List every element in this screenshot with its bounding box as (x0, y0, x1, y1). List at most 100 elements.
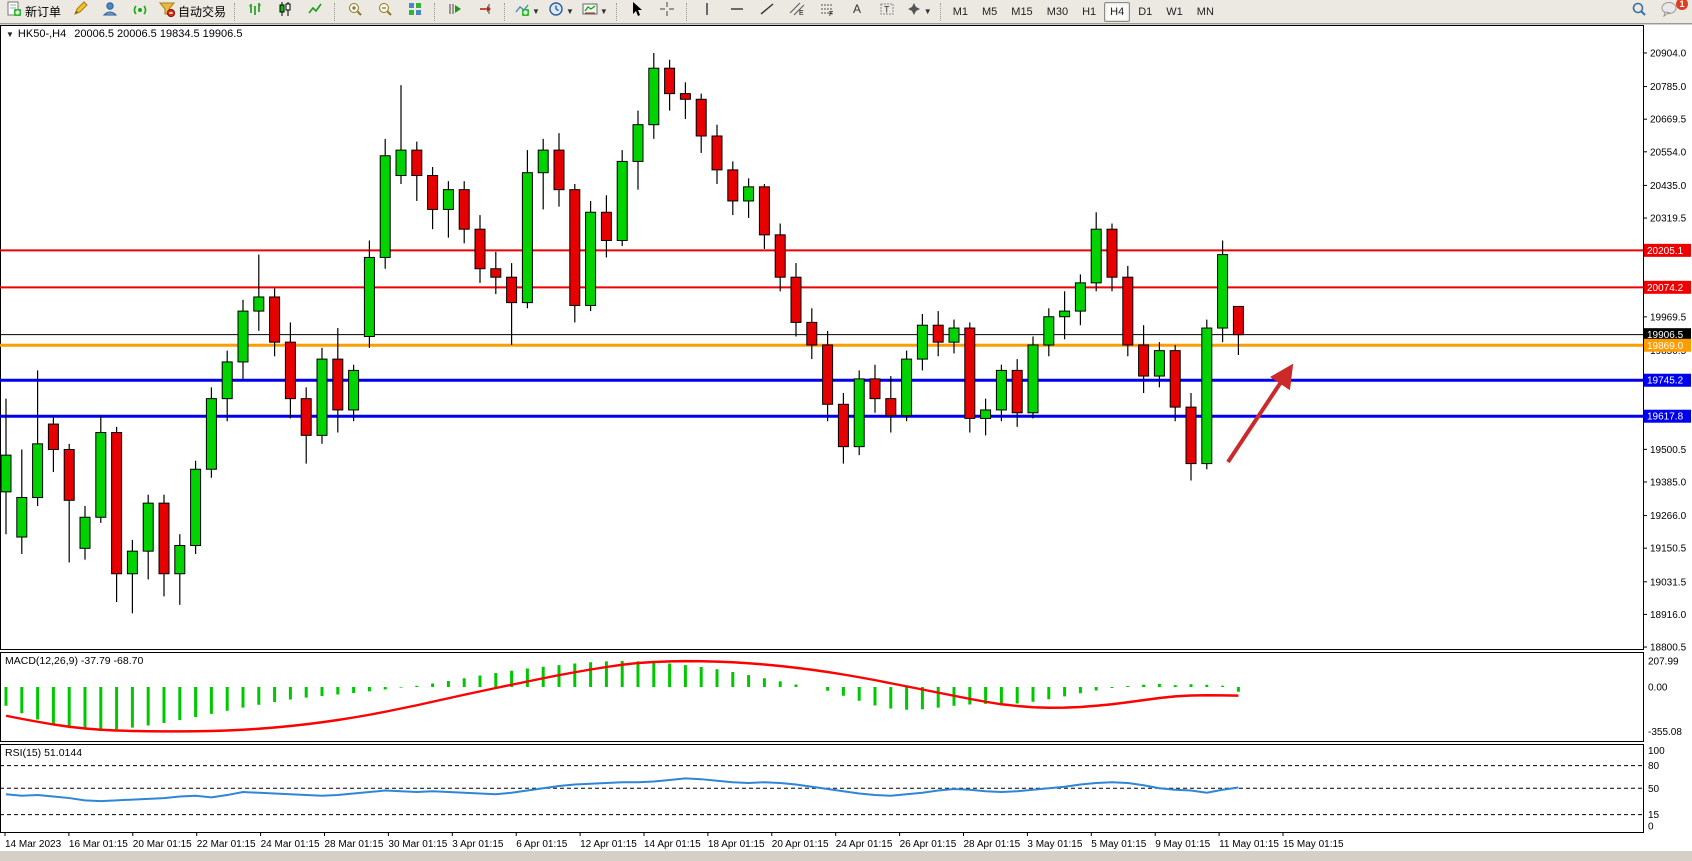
candle-body (491, 269, 501, 277)
person-icon (102, 1, 118, 22)
zoom-out-button[interactable] (371, 1, 399, 23)
time-tick-label: 12 Apr 01:15 (580, 839, 637, 850)
svg-text:20074.2: 20074.2 (1647, 283, 1684, 294)
candle-body (1123, 277, 1133, 345)
template-icon (582, 1, 598, 22)
candle-body (696, 99, 706, 136)
time-tick-label: 9 May 01:15 (1155, 839, 1210, 850)
trendline-button[interactable] (753, 1, 781, 23)
tile-windows-button[interactable] (401, 1, 429, 23)
price-tick-label: 18800.5 (1650, 643, 1687, 654)
candle-body (554, 150, 564, 190)
candle-body (333, 359, 343, 410)
chart-shift-icon (477, 1, 493, 22)
price-tick-label: 20435.0 (1650, 181, 1687, 192)
chart-canvas[interactable]: 20904.020785.020669.520554.020435.020319… (0, 25, 1692, 856)
time-tick-label: 20 Mar 01:15 (133, 839, 192, 850)
line-chart-button[interactable] (301, 1, 329, 23)
timeframe-d1[interactable]: D1 (1132, 2, 1158, 22)
candle-body (175, 546, 185, 574)
price-tick-label: 18916.0 (1650, 610, 1687, 621)
timeframe-h1[interactable]: H1 (1076, 2, 1102, 22)
zoom-in-button[interactable] (341, 1, 369, 23)
timeframe-h4[interactable]: H4 (1104, 2, 1130, 22)
autotrading-button[interactable]: 自动交易 (156, 1, 229, 23)
candlestick-chart-button[interactable] (271, 1, 299, 23)
candle-body (1218, 255, 1228, 328)
one-click-collapse-icon[interactable]: ▼ (6, 30, 14, 39)
periods-button[interactable]: ▼ (545, 1, 577, 23)
candle-body (1028, 345, 1038, 413)
signals-button[interactable] (126, 1, 154, 23)
vertical-line-button[interactable] (693, 1, 721, 23)
zoom-out-icon (377, 1, 393, 22)
macd-axis-label: 0.00 (1648, 683, 1668, 694)
channel-button[interactable]: E (783, 1, 811, 23)
search-button[interactable] (1625, 1, 1653, 23)
chart-shift-button[interactable] (471, 1, 499, 23)
candle-body (617, 161, 627, 240)
time-tick-label: 28 Apr 01:15 (964, 839, 1021, 850)
candle-body (64, 449, 74, 500)
horizontal-line-button[interactable] (723, 1, 751, 23)
macd-panel-border (1, 653, 1644, 742)
timeframe-mn[interactable]: MN (1191, 2, 1220, 22)
candle-body (285, 342, 295, 398)
candle-body (1233, 306, 1243, 334)
signal-icon (132, 1, 148, 22)
macd-histogram (6, 661, 1238, 730)
text-button[interactable]: A (843, 1, 871, 23)
indicators-icon (514, 1, 530, 22)
new-order-button[interactable]: 新订单 (3, 1, 64, 23)
text-label-button[interactable]: T (873, 1, 901, 23)
candle-body (538, 150, 548, 173)
auto-scroll-button[interactable] (441, 1, 469, 23)
timeframe-m5[interactable]: M5 (976, 2, 1003, 22)
crosshair-button[interactable] (653, 1, 681, 23)
candle-body (349, 370, 359, 410)
timeframe-w1[interactable]: W1 (1160, 2, 1189, 22)
chat-button[interactable]: 1 (1655, 1, 1683, 23)
candle-body (665, 68, 675, 93)
candle-body (380, 156, 390, 258)
community-button[interactable] (96, 1, 124, 23)
candle-body (206, 399, 216, 470)
time-tick-label: 18 Apr 01:15 (708, 839, 765, 850)
price-tick-label: 20669.5 (1650, 115, 1687, 126)
fibonacci-button[interactable]: F (813, 1, 841, 23)
bar-chart-button[interactable] (241, 1, 269, 23)
timeframe-m30[interactable]: M30 (1041, 2, 1074, 22)
candles (1, 53, 1243, 613)
price-tick-label: 19969.5 (1650, 312, 1687, 323)
timeframe-m1[interactable]: M1 (947, 2, 974, 22)
cursor-button[interactable] (623, 1, 651, 23)
candle-body (1060, 311, 1070, 317)
rsi-axis-label: 100 (1648, 746, 1665, 757)
candle-body (1154, 351, 1164, 376)
candle-body (143, 503, 153, 551)
arrows-button[interactable]: ▼ (903, 1, 935, 23)
templates-button[interactable]: ▼ (579, 1, 611, 23)
candle-body (522, 173, 532, 303)
auto-scroll-icon (447, 1, 463, 22)
candle-body (870, 379, 880, 399)
indicators-button[interactable]: ▼ (511, 1, 543, 23)
time-tick-label: 3 Apr 01:15 (452, 839, 504, 850)
price-tick-label: 19150.5 (1650, 544, 1687, 555)
price-tick-label: 20904.0 (1650, 48, 1687, 59)
metaeditor-button[interactable] (66, 1, 94, 23)
candle-body (191, 469, 201, 545)
svg-text:F: F (829, 11, 833, 17)
time-tick-label: 6 Apr 01:15 (516, 839, 568, 850)
candle-body (159, 503, 169, 574)
candle-body (728, 170, 738, 201)
candle-body (712, 136, 722, 170)
candle-body (127, 551, 137, 574)
candle-body (364, 257, 374, 336)
tile-windows-icon (407, 1, 423, 22)
timeframe-m15[interactable]: M15 (1005, 2, 1038, 22)
hline-price-label: 20205.1 (1644, 244, 1691, 257)
candle-body (854, 379, 864, 447)
toolbar-separator (940, 3, 942, 21)
candle-body (601, 212, 611, 240)
